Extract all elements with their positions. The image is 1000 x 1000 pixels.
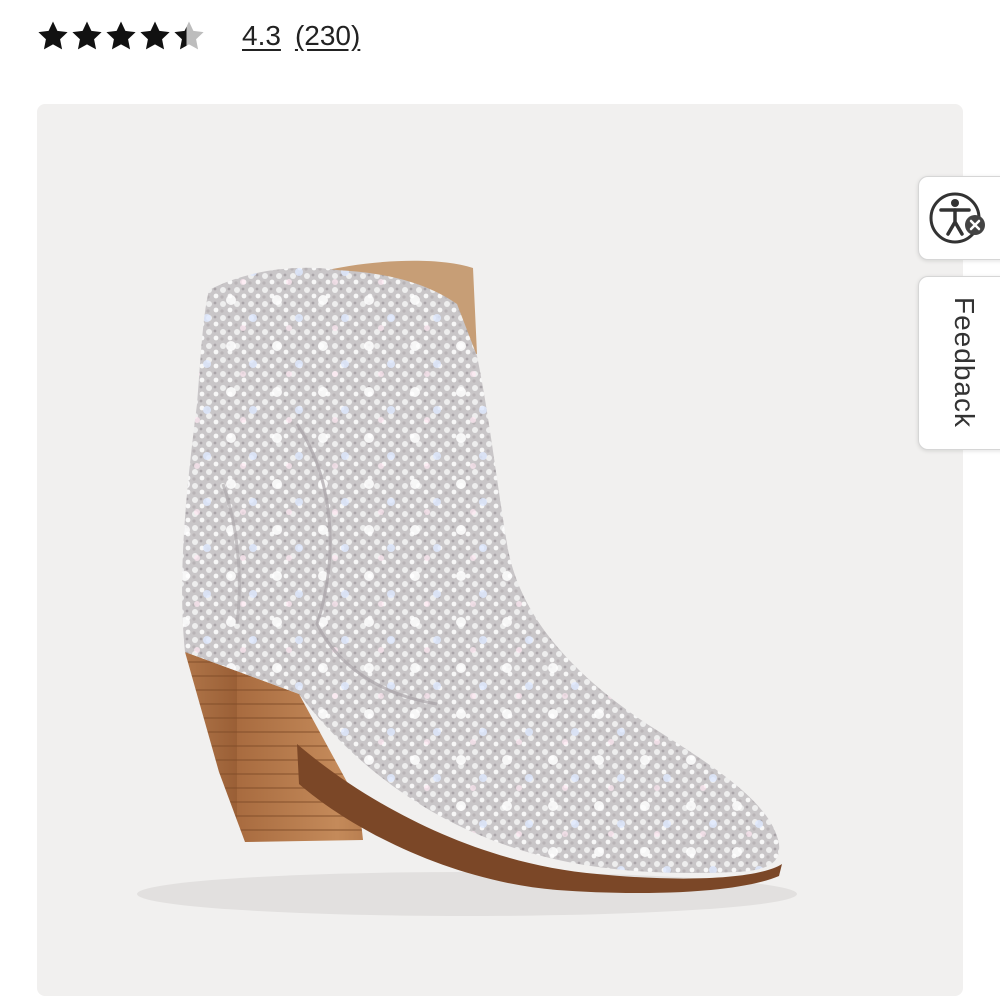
rating-value-link[interactable]: 4.3: [242, 20, 281, 52]
feedback-button[interactable]: Feedback: [918, 276, 1000, 450]
review-count-link[interactable]: (230): [295, 20, 360, 52]
star-rating: [36, 19, 206, 53]
accessibility-icon: [929, 192, 985, 244]
star-half-icon: [174, 21, 204, 50]
star-icon: [72, 21, 102, 50]
accessibility-button[interactable]: [918, 176, 1000, 260]
boot-image: [137, 260, 797, 916]
product-rating: 4.3 (230): [36, 14, 360, 58]
star-icon: [140, 21, 170, 50]
product-image-panel[interactable]: [37, 104, 963, 996]
feedback-label: Feedback: [949, 297, 980, 428]
star-icon: [38, 21, 68, 50]
star-icon: [106, 21, 136, 50]
